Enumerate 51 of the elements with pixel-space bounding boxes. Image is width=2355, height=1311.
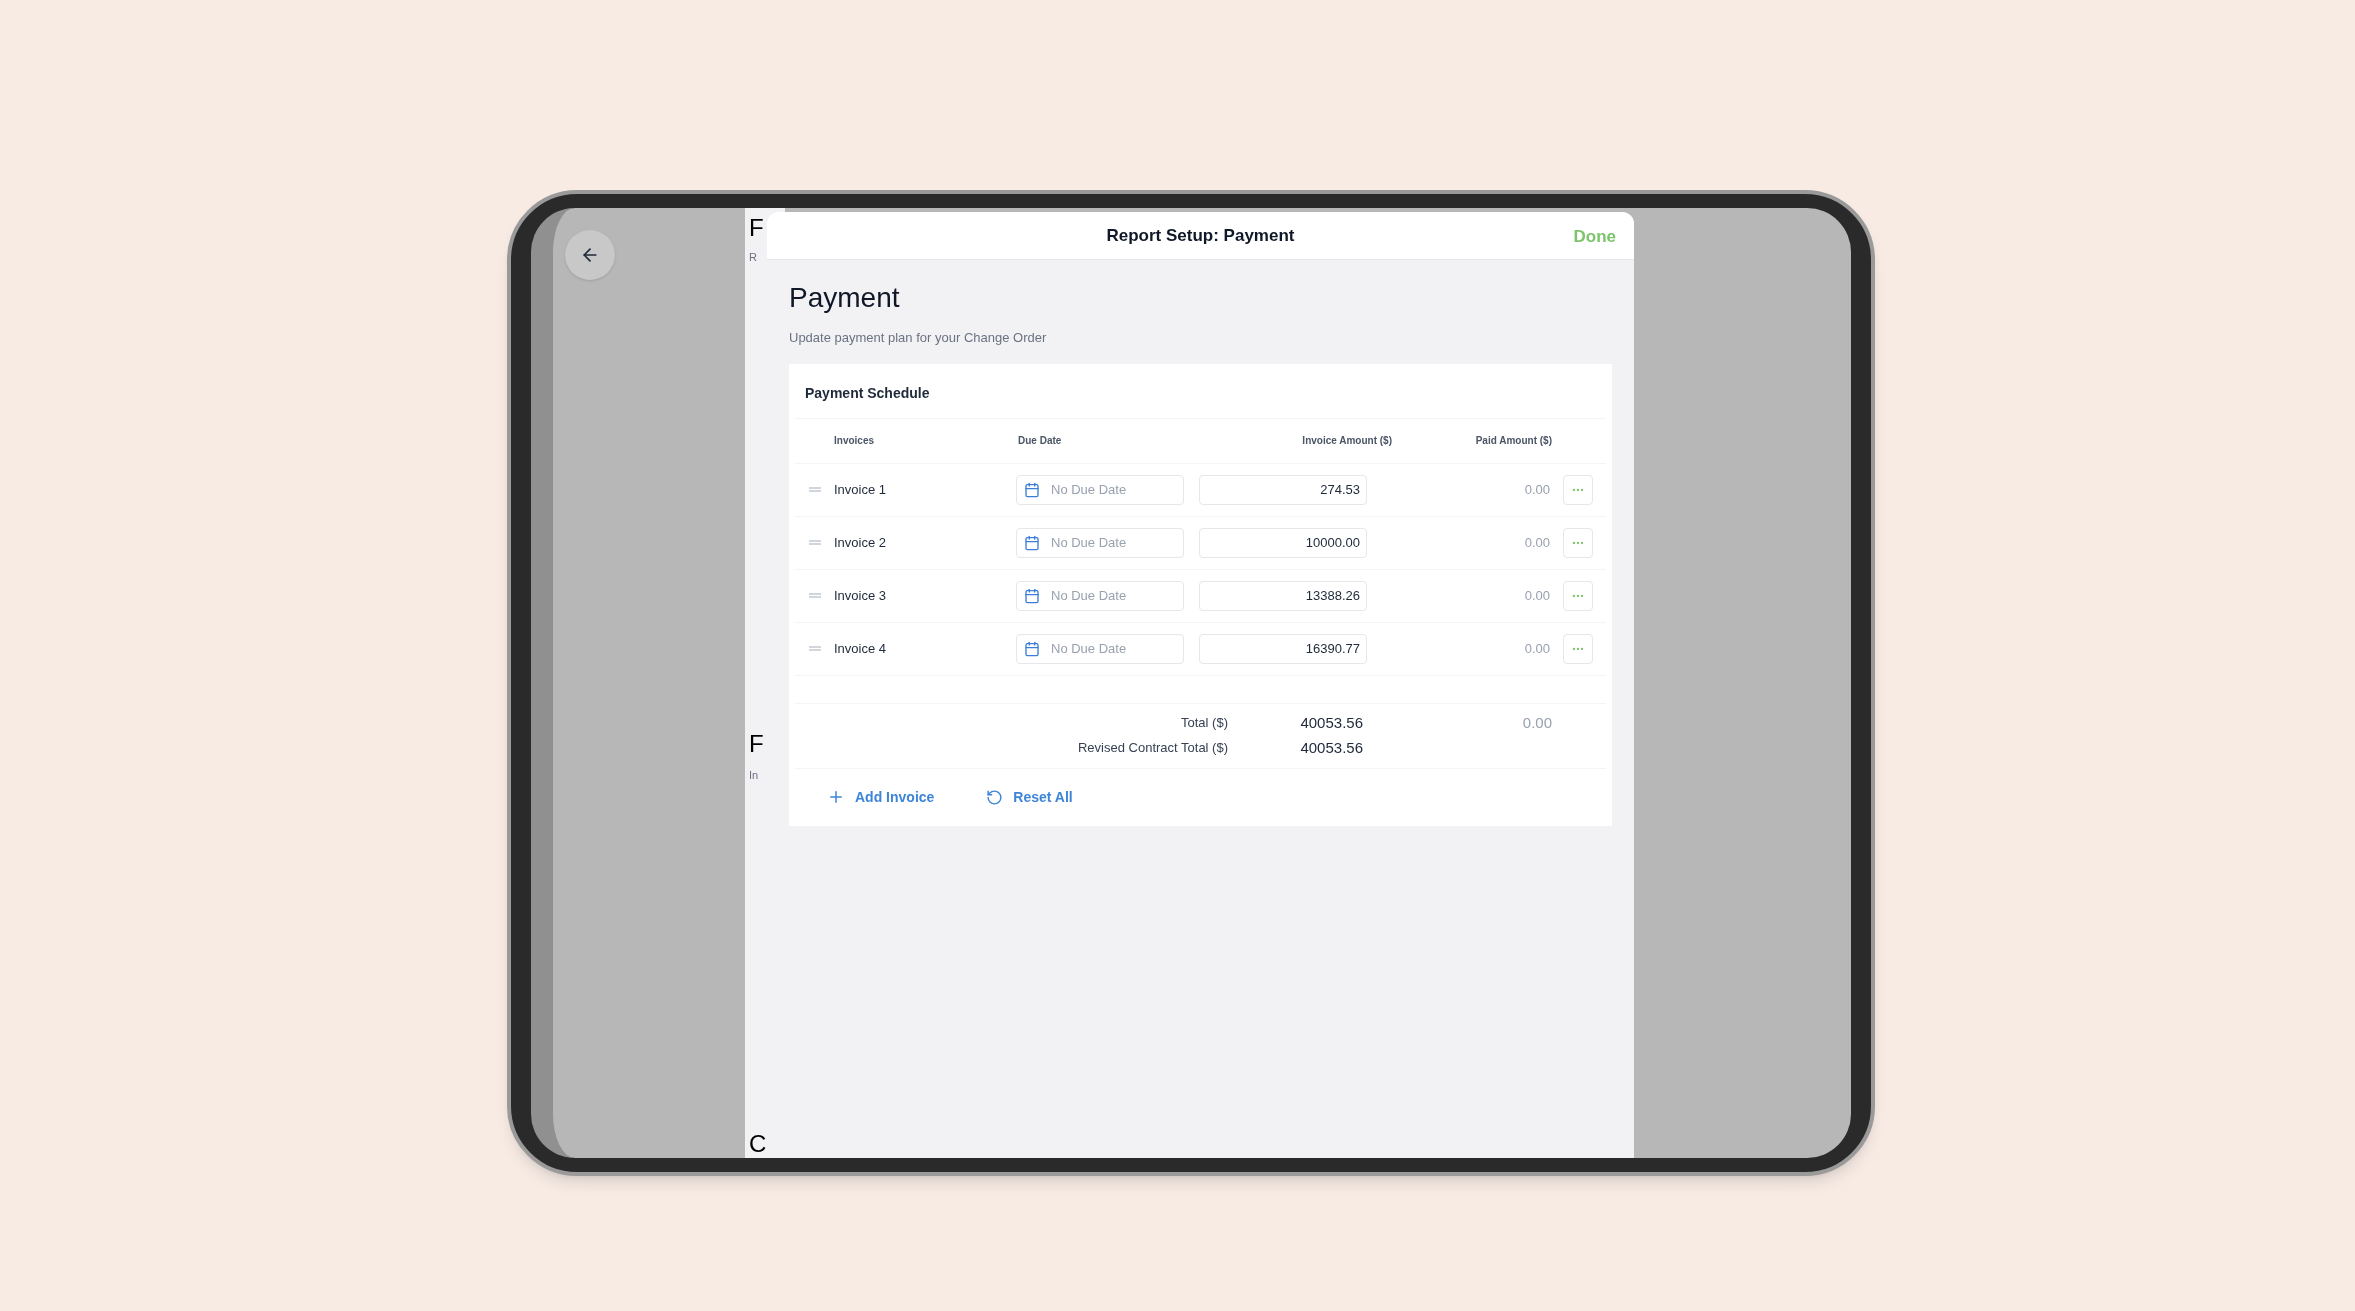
total-label: Total ($)	[1180, 714, 1228, 733]
total-amount: 40053.56	[1299, 737, 1363, 758]
column-header: Paid Amount ($)	[1474, 434, 1552, 448]
drag-handle-icon[interactable]	[809, 593, 821, 598]
due-date-field[interactable]: No Due Date	[1016, 474, 1184, 505]
paid-amount: 0.00	[1523, 480, 1550, 499]
more-button[interactable]	[1563, 633, 1593, 664]
invoice-name: Invoice 4	[834, 639, 888, 658]
more-button[interactable]	[1563, 580, 1593, 611]
total-paid: 0.00	[1521, 712, 1552, 733]
page-text-fragment: F	[749, 732, 764, 756]
page-subtitle: Update payment plan for your Change Order	[789, 329, 1048, 347]
paid-amount: 0.00	[1523, 586, 1550, 605]
total-amount: 40053.56	[1299, 712, 1363, 733]
column-header: Due Date	[1018, 434, 1063, 448]
paid-amount: 0.00	[1523, 533, 1550, 552]
calendar-icon	[1024, 534, 1040, 551]
due-date-field[interactable]: No Due Date	[1016, 527, 1184, 558]
amount-field[interactable]: 13388.26	[1199, 580, 1367, 611]
page-text-fragment: In	[749, 770, 759, 781]
page-text-fragment: F	[749, 216, 764, 240]
invoice-name: Invoice 2	[834, 533, 888, 552]
paid-amount: 0.00	[1523, 639, 1550, 658]
invoice-name: Invoice 3	[834, 586, 888, 605]
page-title: Payment	[789, 284, 901, 312]
total-label: Revised Contract Total ($)	[1076, 739, 1228, 758]
calendar-icon	[1024, 481, 1040, 498]
amount-field[interactable]: 16390.77	[1199, 633, 1367, 664]
reset-icon	[986, 788, 1004, 806]
column-header: Invoice Amount ($)	[1301, 434, 1392, 448]
due-date-field[interactable]: No Due Date	[1016, 580, 1184, 611]
card-title: Payment Schedule	[804, 383, 931, 403]
page-text-fragment: C	[749, 1132, 767, 1156]
calendar-icon	[1024, 587, 1040, 604]
drag-handle-icon[interactable]	[809, 487, 821, 492]
add-invoice-button[interactable]: Add Invoice	[827, 786, 935, 808]
reset-button[interactable]: Reset All	[986, 786, 1073, 808]
more-button[interactable]	[1563, 527, 1593, 558]
more-button[interactable]	[1563, 474, 1593, 505]
drag-handle-icon[interactable]	[809, 646, 821, 651]
back-button[interactable]	[565, 230, 615, 280]
plus-icon	[827, 788, 845, 806]
amount-field[interactable]: 10000.00	[1199, 527, 1367, 558]
page-text-fragment: R	[749, 252, 757, 263]
drag-handle-icon[interactable]	[809, 540, 821, 545]
column-header: Invoices	[834, 434, 876, 448]
amount-field[interactable]: 274.53	[1199, 474, 1367, 505]
calendar-icon	[1024, 640, 1040, 657]
due-date-field[interactable]: No Due Date	[1016, 633, 1184, 664]
modal-title: Report Setup: Payment	[1106, 224, 1295, 247]
invoice-name: Invoice 1	[834, 480, 888, 499]
